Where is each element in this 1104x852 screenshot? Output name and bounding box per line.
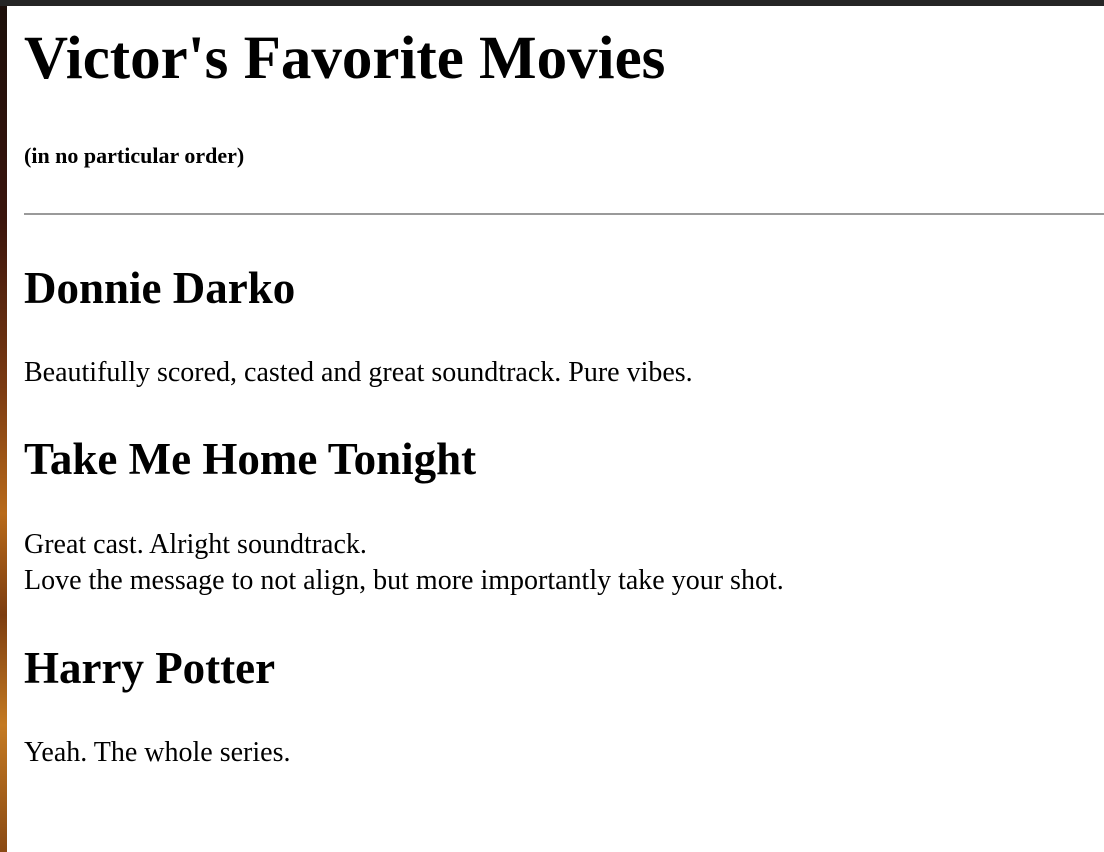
movie-description-line: Great cast. Alright soundtrack. (24, 529, 367, 560)
horizontal-divider (24, 213, 1104, 215)
movie-description-line: Yeah. The whole series. (24, 737, 291, 768)
movie-title: Harry Potter (24, 643, 276, 693)
movie-description-line: Love the message to not align, but more … (24, 565, 784, 596)
movie-description: Beautifully scored, casted and great sou… (24, 355, 693, 391)
page-title: Victor's Favorite Movies (24, 25, 666, 92)
movie-title: Donnie Darko (24, 263, 296, 313)
movie-title: Take Me Home Tonight (24, 434, 477, 484)
desktop-background-edge (0, 6, 7, 852)
movie-description: Yeah. The whole series. (24, 735, 290, 771)
browser-viewport: Victor's Favorite Movies (in no particul… (0, 0, 1104, 852)
window-top-bar (0, 0, 1104, 6)
movie-description: Great cast. Alright soundtrack. Love the … (24, 527, 784, 599)
movie-description-line: Beautifully scored, casted and great sou… (24, 357, 693, 388)
page-subtitle: (in no particular order) (24, 143, 245, 168)
